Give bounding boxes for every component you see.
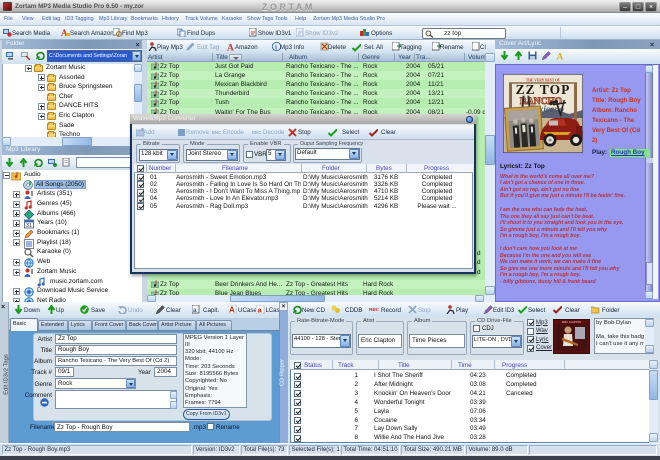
svg-text:ERIC CLAPTON: ERIC CLAPTON [562, 320, 581, 324]
svg-text:A: A [557, 53, 564, 61]
svg-text:ZZ TOP: ZZ TOP [516, 82, 571, 97]
svg-text:i: i [275, 44, 277, 52]
svg-text:a: a [193, 307, 197, 314]
svg-text:A: A [229, 306, 235, 315]
svg-text:A: A [227, 44, 234, 52]
